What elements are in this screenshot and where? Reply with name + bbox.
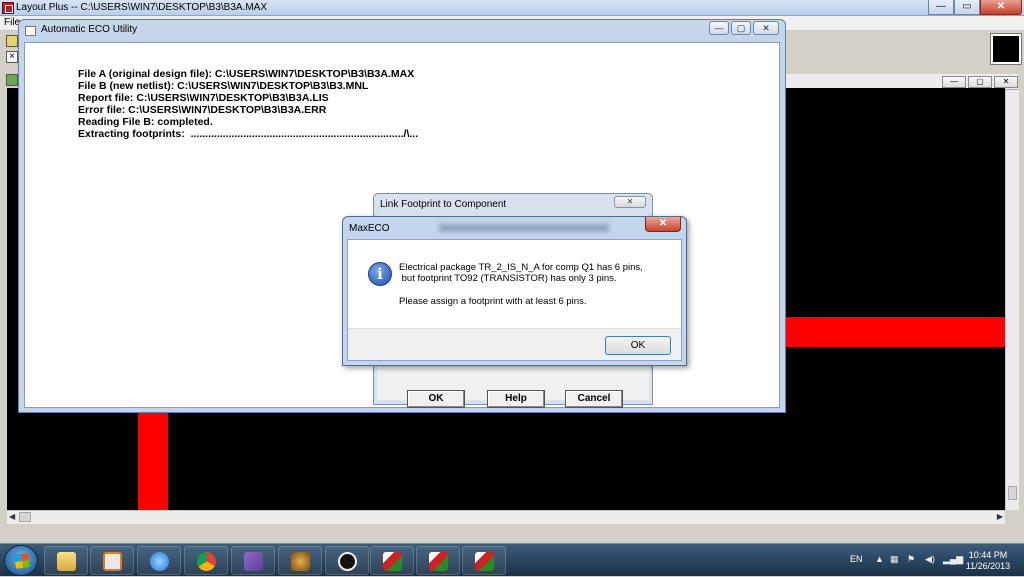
main-title-bar: Layout Plus -- C:\USERS\WIN7\DESKTOP\B3\…	[0, 0, 1024, 16]
scroll-right-icon[interactable]: ▶	[997, 512, 1003, 521]
info-icon: i	[368, 262, 392, 286]
close-doc-icon[interactable]: ×	[6, 51, 18, 63]
window-icon	[25, 26, 36, 36]
media-player-icon	[103, 552, 122, 571]
ok-button[interactable]: OK	[407, 390, 465, 408]
clock-time: 10:44 PM	[968, 550, 1008, 560]
volume-icon[interactable]: ◀)	[925, 554, 935, 565]
main-window-title: Layout Plus -- C:\USERS\WIN7\DESKTOP\B3\…	[16, 2, 268, 13]
scroll-thumb[interactable]	[1008, 486, 1017, 500]
layout-plus-icon	[383, 552, 402, 571]
taskbar-game[interactable]	[278, 546, 322, 575]
network-tray-icon[interactable]: ▦	[890, 554, 899, 565]
eco-maximize-button[interactable]: ▢	[731, 21, 751, 35]
canvas-maximize-button[interactable]: ▢	[968, 76, 992, 88]
taskbar-explorer[interactable]	[44, 546, 88, 575]
internet-explorer-icon	[150, 552, 169, 571]
horizontal-scrollbar[interactable]: ◀ ▶	[7, 510, 1005, 524]
eco-minimize-button[interactable]: —	[709, 21, 729, 35]
message-box-title: MaxECO	[349, 223, 390, 234]
layout-plus-icon	[429, 552, 448, 571]
start-button[interactable]	[4, 545, 38, 576]
blurred-title-text	[439, 224, 609, 232]
taskbar-chrome[interactable]	[184, 546, 228, 575]
eco-title-bar: Automatic ECO Utility — ▢ ✕	[19, 20, 785, 42]
taskbar-internet-explorer[interactable]	[137, 546, 181, 575]
log-line: Extracting footprints: .................…	[78, 128, 419, 140]
layout-plus-app-icon	[2, 2, 14, 14]
log-line: File A (original design file): C:\USERS\…	[78, 68, 415, 80]
taskbar-layout-plus-2[interactable]	[416, 546, 460, 575]
vertical-scrollbar[interactable]	[1005, 90, 1019, 510]
message-body: i Electrical package TR_2_IS_N_A for com…	[347, 239, 682, 361]
log-line: Error file: C:\USERS\WIN7\DESKTOP\B3\B3A…	[78, 104, 327, 116]
clock-date: 11/26/2013	[965, 561, 1011, 571]
message-footer: OK	[348, 328, 681, 360]
show-hidden-icons-icon[interactable]: ▲	[875, 554, 884, 564]
cancel-button[interactable]: Cancel	[565, 390, 623, 408]
copper-trace	[785, 317, 1005, 347]
taskbar-visual-studio[interactable]	[231, 546, 275, 575]
eco-window-title: Automatic ECO Utility	[41, 24, 138, 35]
layout-plus-icon	[475, 552, 494, 571]
taskbar-layout-plus-1[interactable]	[370, 546, 414, 575]
maxeco-message-box: MaxECO ✕ i Electrical package TR_2_IS_N_…	[342, 216, 687, 366]
folder-icon[interactable]	[6, 35, 18, 47]
link-dialog-close-button[interactable]: ✕	[614, 196, 646, 208]
taskbar-lettering-app[interactable]	[325, 546, 369, 575]
log-line: Report file: C:\USERS\WIN7\DESKTOP\B3\B3…	[78, 92, 329, 104]
language-indicator[interactable]: EN	[850, 554, 863, 564]
system-tray: EN ▲ ▦ ⚑ ◀) ▂▄▆ 10:44 PM 11/26/2013	[845, 544, 1024, 577]
toolbar-icon[interactable]	[6, 74, 18, 86]
scroll-thumb[interactable]	[19, 512, 31, 522]
chrome-icon	[197, 552, 216, 571]
action-center-icon[interactable]: ⚑	[907, 554, 915, 565]
canvas-minimize-button[interactable]: —	[942, 76, 966, 88]
message-close-button[interactable]: ✕	[645, 217, 681, 232]
log-line: Reading File B: completed.	[78, 116, 213, 128]
game-icon	[291, 552, 310, 571]
help-button[interactable]: Help	[487, 390, 545, 408]
message-line: but footprint TO92 (TRANSISTOR) has only…	[399, 273, 617, 284]
lettering-app-icon	[338, 552, 357, 571]
explorer-icon	[57, 552, 76, 571]
message-ok-button[interactable]: OK	[605, 336, 671, 355]
close-button[interactable]: ✕	[980, 0, 1022, 15]
minimize-button[interactable]: —	[928, 0, 954, 15]
signal-icon[interactable]: ▂▄▆	[943, 554, 963, 565]
color-swatch[interactable]	[990, 33, 1022, 65]
scroll-left-icon[interactable]: ◀	[9, 512, 15, 521]
copper-trace	[138, 406, 168, 510]
restore-button[interactable]: ▭	[954, 0, 980, 15]
eco-close-button[interactable]: ✕	[753, 21, 779, 35]
taskbar: EN ▲ ▦ ⚑ ◀) ▂▄▆ 10:44 PM 11/26/2013	[0, 543, 1024, 576]
log-line: File B (new netlist): C:\USERS\WIN7\DESK…	[78, 80, 369, 92]
message-line: Electrical package TR_2_IS_N_A for comp …	[399, 262, 643, 273]
clock[interactable]: 10:44 PM 11/26/2013	[963, 550, 1013, 572]
taskbar-media-player[interactable]	[90, 546, 134, 575]
link-dialog-title: Link Footprint to Component	[380, 199, 507, 210]
taskbar-layout-plus-3[interactable]	[462, 546, 506, 575]
visual-studio-icon	[244, 552, 263, 571]
message-line: Please assign a footprint with at least …	[399, 296, 587, 307]
canvas-close-button[interactable]: ✕	[994, 76, 1018, 88]
